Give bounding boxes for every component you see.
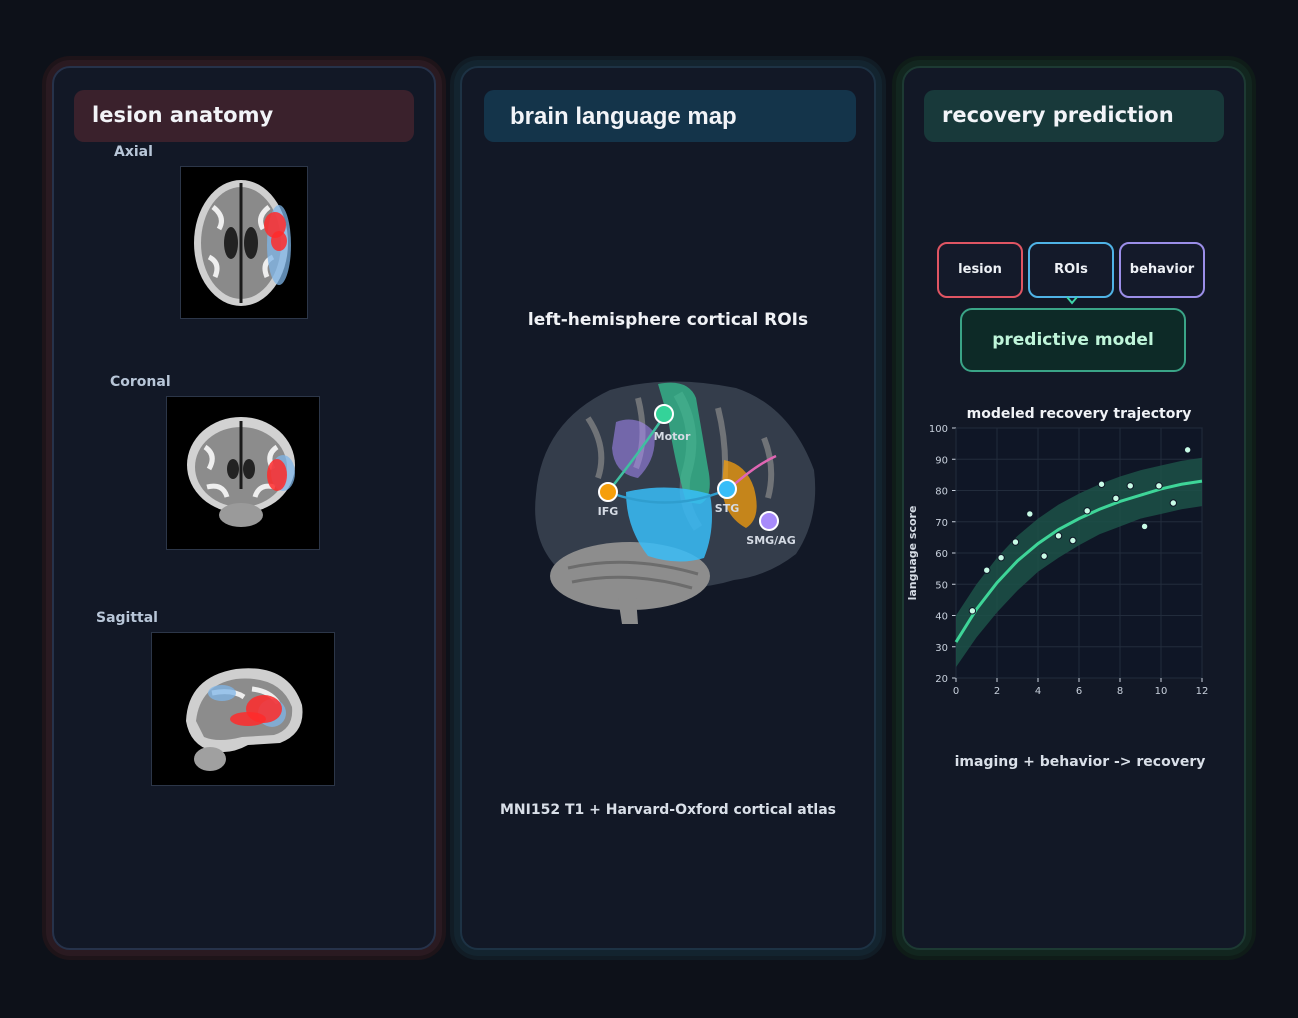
y-tick-label: 40 xyxy=(935,612,948,623)
y-tick-label: 60 xyxy=(935,549,948,560)
data-point xyxy=(1040,552,1048,560)
roi-dot-ifg xyxy=(598,482,618,502)
y-tick-label: 30 xyxy=(935,643,948,654)
lesion-anatomy-panel: lesion anatomy Axial Coronal Sagittal xyxy=(52,66,436,950)
y-tick-label: 100 xyxy=(929,424,948,435)
coronal-label: Coronal xyxy=(110,374,171,390)
roi-dot-stg xyxy=(717,479,737,499)
data-point xyxy=(1126,482,1134,490)
x-tick-label: 0 xyxy=(953,686,959,697)
input-chip-lesion[interactable]: lesion xyxy=(937,242,1023,298)
sagittal-slice-image xyxy=(151,632,335,786)
y-tick-label: 90 xyxy=(935,455,948,466)
input-chip-behavior[interactable]: behavior xyxy=(1119,242,1205,298)
y-tick-label: 20 xyxy=(935,674,948,685)
chart-title: modeled recovery trajectory xyxy=(967,406,1192,422)
input-chip-rois[interactable]: ROIs xyxy=(1028,242,1114,298)
roi-marker-ifg[interactable] xyxy=(598,482,618,502)
data-point xyxy=(1054,532,1063,540)
x-tick-label: 4 xyxy=(1035,686,1041,697)
recovery-chart: 20 30 40 50 60 70 80 90 100 0 2 4 6 8 10 12 modeled reco… xyxy=(904,402,1248,715)
sagittal-label: Sagittal xyxy=(96,610,158,626)
y-tick-label: 80 xyxy=(935,487,948,498)
data-point xyxy=(997,553,1005,562)
data-point xyxy=(1083,507,1091,515)
x-tick-label: 6 xyxy=(1076,686,1082,697)
x-tick-label: 8 xyxy=(1117,686,1123,697)
y-tick-label: 50 xyxy=(935,580,948,591)
axial-slice-image xyxy=(180,166,308,319)
data-point xyxy=(1183,446,1192,454)
x-tick-label: 2 xyxy=(994,686,1000,697)
lesion-anatomy-title: lesion anatomy xyxy=(74,90,414,142)
brain-language-map-title: brain language map xyxy=(484,90,856,142)
recovery-chart-svg: 20 30 40 50 60 70 80 90 100 0 2 4 6 8 10 12 modeled reco… xyxy=(906,406,1209,715)
coronal-slice-image xyxy=(166,396,320,550)
predictive-model-box[interactable]: predictive model xyxy=(960,308,1186,372)
brain-roi-render xyxy=(528,378,820,628)
roi-dot-smg-ag xyxy=(759,511,779,531)
y-tick-label: 70 xyxy=(935,518,948,529)
data-point xyxy=(1155,482,1163,490)
atlas-caption: MNI152 T1 + Harvard-Oxford cortical atla… xyxy=(500,802,836,818)
data-point xyxy=(1069,536,1077,545)
data-point xyxy=(1097,480,1106,488)
x-tick-label: 10 xyxy=(1155,686,1168,697)
roi-label-ifg: IFG xyxy=(597,505,619,518)
arrow-down-icon xyxy=(1066,296,1078,305)
data-point xyxy=(1140,522,1149,531)
roi-subtitle: left-hemisphere cortical ROIs xyxy=(527,310,809,330)
axial-label: Axial xyxy=(114,144,153,160)
recovery-prediction-title: recovery prediction xyxy=(924,90,1224,142)
roi-label-motor: Motor xyxy=(653,430,691,443)
data-point xyxy=(1026,510,1034,518)
roi-marker-motor[interactable] xyxy=(654,404,674,424)
data-point xyxy=(1011,538,1020,546)
recovery-caption: imaging + behavior -> recovery xyxy=(954,754,1206,770)
roi-marker-smg-ag[interactable] xyxy=(759,511,779,531)
recovery-prediction-panel: recovery prediction lesion ROIs behavior… xyxy=(902,66,1246,950)
data-point xyxy=(968,607,977,615)
y-axis-label: language score xyxy=(906,506,919,601)
data-point xyxy=(983,566,991,574)
roi-dot-motor xyxy=(654,404,674,424)
data-point xyxy=(1169,499,1177,507)
roi-label-smg-ag: SMG/AG xyxy=(746,534,796,547)
x-tick-label: 12 xyxy=(1196,686,1209,697)
data-point xyxy=(1112,494,1120,503)
roi-marker-stg[interactable] xyxy=(717,479,737,499)
roi-label-stg: STG xyxy=(714,502,740,515)
brain-language-map-panel: brain language map left-hemisphere corti… xyxy=(460,66,876,950)
